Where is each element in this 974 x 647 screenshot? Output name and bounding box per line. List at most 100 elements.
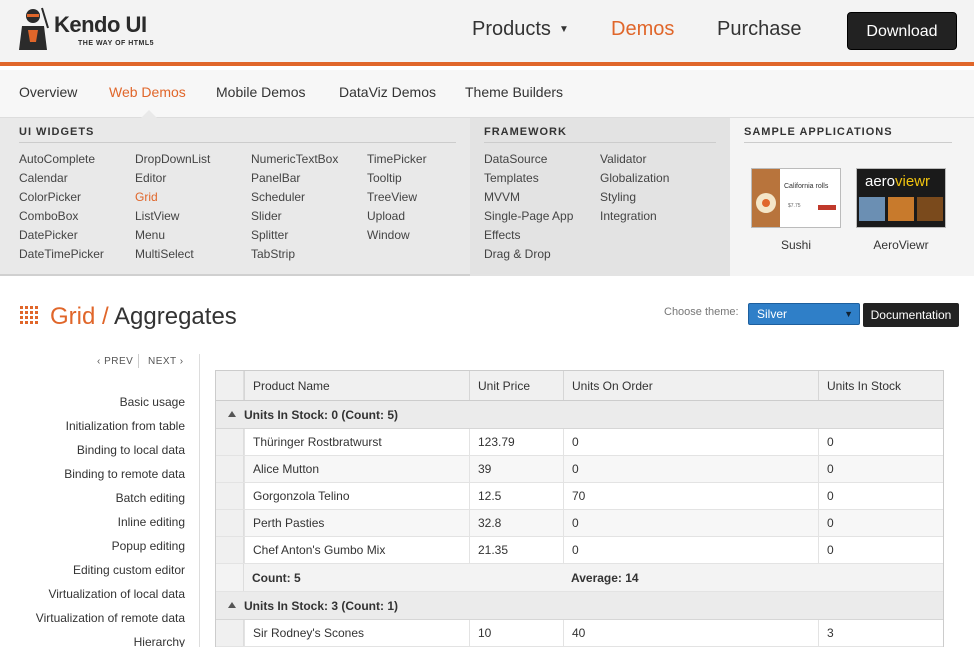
widget-link[interactable]: Splitter	[251, 228, 288, 242]
subnav-web-demos[interactable]: Web Demos	[109, 84, 186, 100]
sidenav-link[interactable]: Initialization from table	[66, 419, 185, 433]
theme-select[interactable]: Silver ▼	[748, 303, 860, 325]
nav-products[interactable]: Products ▼	[472, 18, 569, 41]
table-row[interactable]: Alice Mutton 39 0 0	[216, 456, 943, 483]
row-indent	[216, 456, 244, 482]
cell-product-name: Gorgonzola Telino	[244, 483, 469, 509]
table-row[interactable]: Thüringer Rostbratwurst 123.79 0 0	[216, 429, 943, 456]
widget-link[interactable]: Editor	[135, 171, 166, 185]
sushi-thumbnail[interactable]: California rolls $7.75	[751, 168, 841, 228]
table-row[interactable]: Perth Pasties 32.8 0 0	[216, 510, 943, 537]
row-indent	[216, 620, 244, 646]
footer-average: Average: 14	[571, 571, 639, 585]
title-separator: /	[95, 303, 115, 330]
sidenav-link[interactable]: Batch editing	[116, 491, 185, 505]
cell-unit-price: 10	[469, 620, 563, 646]
widget-link[interactable]: Window	[367, 228, 410, 242]
widget-link[interactable]: Upload	[367, 209, 405, 223]
sushi-preview-image	[752, 169, 840, 227]
nav-products-label: Products	[472, 18, 551, 40]
logo-tagline: THE WAY OF HTML5	[78, 40, 155, 47]
sushi-thumb-price: $7.75	[788, 203, 801, 209]
row-indent	[216, 429, 244, 455]
column-header-unit-price[interactable]: Unit Price	[469, 371, 563, 400]
download-button[interactable]: Download	[847, 12, 957, 50]
framework-link[interactable]: Single-Page App	[484, 209, 573, 223]
widget-link[interactable]: Slider	[251, 209, 282, 223]
widget-link[interactable]: TreeView	[367, 190, 417, 204]
site-header: Kendo UI THE WAY OF HTML5 Products ▼ Demo…	[0, 0, 974, 66]
widget-link[interactable]: DatePicker	[19, 228, 78, 242]
framework-link[interactable]: DataSource	[484, 152, 547, 166]
widget-link[interactable]: AutoComplete	[19, 152, 95, 166]
subnav-mobile-demos[interactable]: Mobile Demos	[216, 84, 305, 100]
prevnext-divider	[138, 354, 139, 368]
widget-link[interactable]: Menu	[135, 228, 165, 242]
widget-link[interactable]: ColorPicker	[19, 190, 81, 204]
cell-product-name: Sir Rodney's Scones	[244, 620, 469, 646]
kendo-logo[interactable]: Kendo UI THE WAY OF HTML5	[16, 6, 166, 54]
widget-link[interactable]: NumericTextBox	[251, 152, 338, 166]
sidenav-link[interactable]: Hierarchy	[134, 635, 185, 647]
cell-units-in-stock: 0	[818, 510, 943, 536]
widget-link[interactable]: Calendar	[19, 171, 68, 185]
widget-link[interactable]: ListView	[135, 209, 179, 223]
widget-link[interactable]: TabStrip	[251, 247, 295, 261]
cell-units-in-stock: 0	[818, 483, 943, 509]
nav-purchase[interactable]: Purchase	[717, 18, 802, 41]
widget-link[interactable]: Scheduler	[251, 190, 305, 204]
table-row[interactable]: Gorgonzola Telino 12.5 70 0	[216, 483, 943, 510]
sushi-label[interactable]: Sushi	[751, 238, 841, 252]
aeroviewr-label[interactable]: AeroViewr	[856, 238, 946, 252]
table-row[interactable]: Chef Anton's Gumbo Mix 21.35 0 0	[216, 537, 943, 564]
framework-link[interactable]: MVVM	[484, 190, 520, 204]
column-header-units-in-stock[interactable]: Units In Stock	[818, 371, 943, 400]
column-header-product-name[interactable]: Product Name	[244, 371, 469, 400]
subnav-dataviz-demos[interactable]: DataViz Demos	[339, 84, 436, 100]
sidenav-link[interactable]: Popup editing	[112, 539, 185, 553]
sidenav-link[interactable]: Virtualization of local data	[48, 587, 185, 601]
group-label: Units In Stock: 0 (Count: 5)	[244, 408, 398, 422]
samples-heading: SAMPLE APPLICATIONS	[744, 126, 952, 143]
widget-link[interactable]: PanelBar	[251, 171, 300, 185]
collapse-triangle-icon[interactable]	[228, 411, 236, 417]
sidenav-link[interactable]: Binding to local data	[77, 443, 185, 457]
framework-link[interactable]: Integration	[600, 209, 657, 223]
next-link[interactable]: NEXT ›	[148, 356, 184, 367]
framework-heading: FRAMEWORK	[484, 126, 716, 143]
widget-link[interactable]: MultiSelect	[135, 247, 194, 261]
framework-link[interactable]: Validator	[600, 152, 646, 166]
cell-unit-price: 39	[469, 456, 563, 482]
grid-header-row: Product Name Unit Price Units On Order U…	[216, 371, 943, 401]
footer-count: Count: 5	[252, 571, 301, 585]
framework-link[interactable]: Globalization	[600, 171, 669, 185]
table-row[interactable]: Sir Rodney's Scones 10 40 3	[216, 620, 943, 647]
documentation-button[interactable]: Documentation	[863, 303, 959, 327]
framework-link[interactable]: Templates	[484, 171, 539, 185]
widget-link-active[interactable]: Grid	[135, 190, 158, 204]
sidenav-link[interactable]: Virtualization of remote data	[36, 611, 185, 625]
subnav-theme-builders[interactable]: Theme Builders	[465, 84, 563, 100]
sidenav-link[interactable]: Editing custom editor	[73, 563, 185, 577]
sidenav-link[interactable]: Binding to remote data	[64, 467, 185, 481]
aeroviewr-thumbnail[interactable]: aeroviewr	[856, 168, 946, 228]
framework-link[interactable]: Drag & Drop	[484, 247, 551, 261]
collapse-triangle-icon[interactable]	[228, 602, 236, 608]
group-header-row: Units In Stock: 0 (Count: 5)	[216, 401, 943, 429]
grid-header-indent	[216, 371, 244, 400]
widget-link[interactable]: Tooltip	[367, 171, 402, 185]
nav-demos[interactable]: Demos	[611, 18, 674, 41]
title-crumb-grid[interactable]: Grid	[50, 303, 95, 330]
cell-unit-price: 12.5	[469, 483, 563, 509]
framework-link[interactable]: Effects	[484, 228, 520, 242]
column-header-units-on-order[interactable]: Units On Order	[563, 371, 818, 400]
widget-link[interactable]: DropDownList	[135, 152, 210, 166]
sidenav-link[interactable]: Basic usage	[120, 395, 185, 409]
subnav-overview[interactable]: Overview	[19, 84, 77, 100]
widget-link[interactable]: ComboBox	[19, 209, 78, 223]
prev-link[interactable]: ‹ PREV	[97, 356, 133, 367]
widget-link[interactable]: TimePicker	[367, 152, 427, 166]
sidenav-link[interactable]: Inline editing	[118, 515, 185, 529]
framework-link[interactable]: Styling	[600, 190, 636, 204]
widget-link[interactable]: DateTimePicker	[19, 247, 104, 261]
